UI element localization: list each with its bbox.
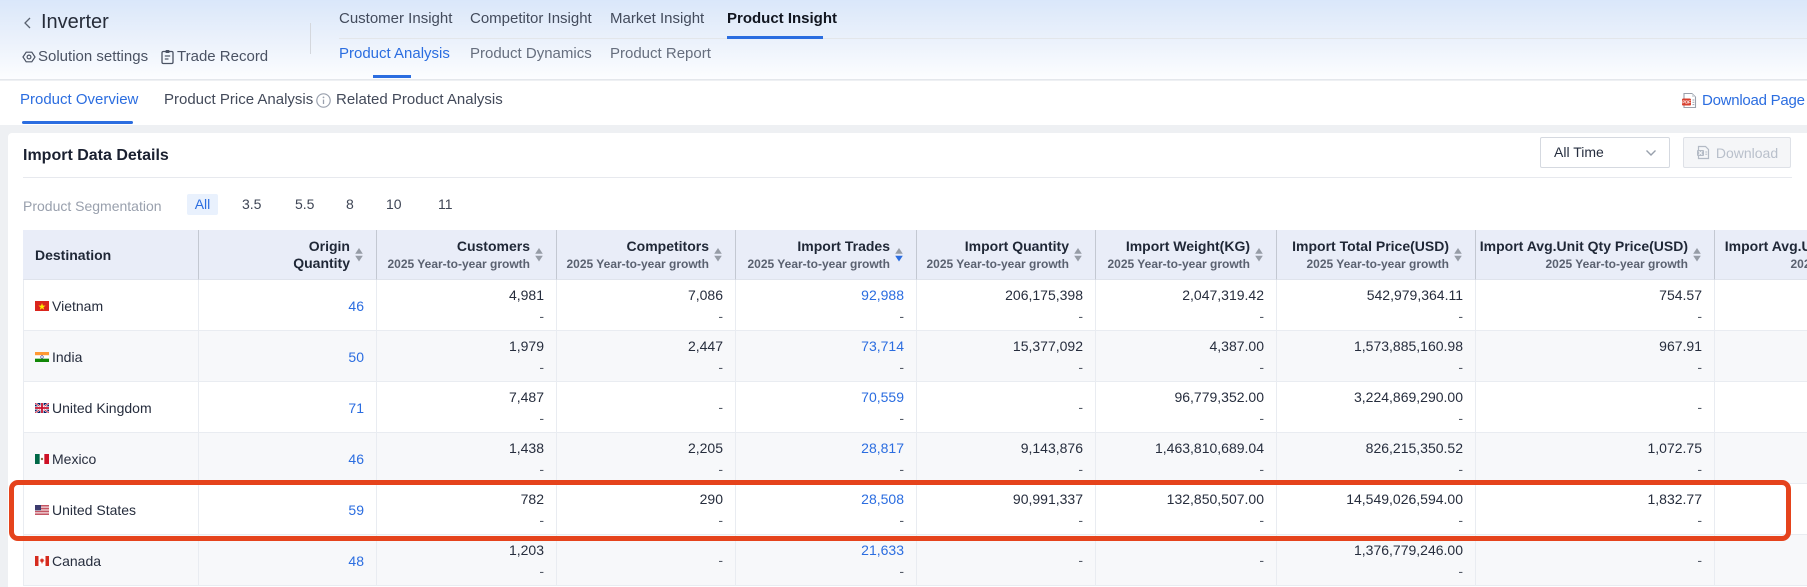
svg-text:PDF: PDF [1682, 100, 1691, 105]
